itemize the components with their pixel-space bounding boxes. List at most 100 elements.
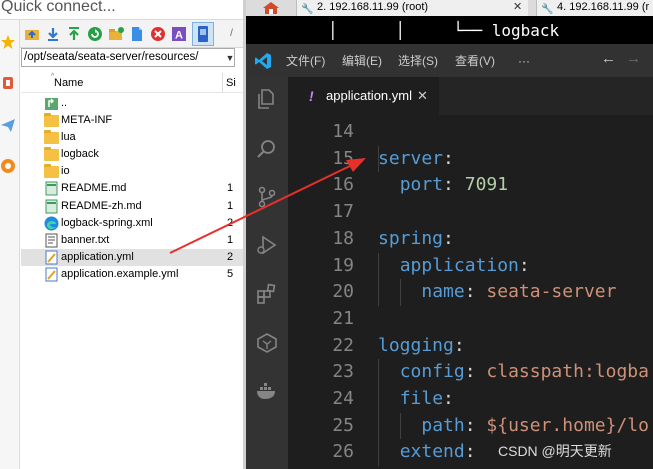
menu-file[interactable]: 文件(F) xyxy=(286,53,325,69)
list-item[interactable]: logback-spring.xml 2 xyxy=(21,215,243,232)
list-item[interactable]: .. xyxy=(21,95,243,112)
code-token: : xyxy=(464,414,487,436)
menu-more[interactable]: ··· xyxy=(518,53,530,69)
parent-directory-icon xyxy=(45,98,58,110)
send-icon[interactable] xyxy=(0,117,16,133)
code-token: seata-server xyxy=(486,281,617,303)
edge-browser-icon xyxy=(44,216,59,231)
code-token: : xyxy=(518,254,530,276)
code-token: classpath:logba xyxy=(486,361,649,383)
code-token: name xyxy=(421,281,465,303)
close-icon[interactable]: ✕ xyxy=(513,0,522,15)
list-item[interactable]: logback xyxy=(21,146,243,163)
refresh-icon[interactable] xyxy=(87,26,103,42)
file-toolbar: A / xyxy=(20,20,243,48)
code-token: spring xyxy=(378,227,444,249)
code-line[interactable]: spring: xyxy=(378,226,454,253)
code-line[interactable]: extend: xyxy=(378,439,476,466)
code-line[interactable]: port: 7091 xyxy=(378,172,508,199)
source-control-icon[interactable] xyxy=(255,185,279,209)
remote-explorer-icon[interactable] xyxy=(255,331,279,355)
tools-icon[interactable] xyxy=(0,75,16,91)
code-line[interactable]: name: seata-server xyxy=(378,279,616,306)
code-token: application xyxy=(399,254,519,276)
code-line[interactable]: path: ${user.home}/lo xyxy=(378,413,649,440)
code-line[interactable]: file: xyxy=(378,386,454,413)
delete-icon[interactable] xyxy=(150,26,166,42)
code-line[interactable]: server: xyxy=(378,146,454,173)
code-token: : xyxy=(453,334,465,356)
upload-icon[interactable] xyxy=(66,26,82,42)
code-line[interactable]: logging: xyxy=(378,333,465,360)
search-icon[interactable] xyxy=(255,137,279,161)
list-item[interactable]: lua xyxy=(21,129,243,146)
line-number: 17 xyxy=(332,201,354,223)
home-tab[interactable] xyxy=(246,0,296,16)
list-item[interactable]: META-INF xyxy=(21,112,243,129)
list-item[interactable]: io xyxy=(21,163,243,180)
download-icon[interactable] xyxy=(45,26,61,42)
indent-guide xyxy=(399,279,401,306)
run-debug-icon[interactable] xyxy=(255,233,279,257)
terminal-tab[interactable]: 🔧 4. 192.168.11.99 (r xyxy=(536,0,653,16)
list-item[interactable]: README-zh.md 1 xyxy=(21,198,243,215)
line-number: 25 xyxy=(332,414,354,436)
column-size[interactable]: Si xyxy=(222,73,236,93)
menu-selection[interactable]: 选择(S) xyxy=(398,53,438,69)
line-number: 19 xyxy=(332,254,354,276)
tab-label: application.yml xyxy=(326,88,412,103)
new-folder-icon[interactable] xyxy=(108,26,124,42)
line-number: 20 xyxy=(332,281,354,303)
list-item[interactable]: README.md 1 xyxy=(21,180,243,197)
parent-folder-icon[interactable] xyxy=(24,26,40,42)
yml-file-icon xyxy=(45,250,58,265)
sftp-icon[interactable] xyxy=(0,158,16,174)
new-file-icon[interactable] xyxy=(129,26,145,42)
list-item[interactable]: banner.txt 1 xyxy=(21,232,243,249)
line-number: 14 xyxy=(332,121,354,142)
line-number: 24 xyxy=(332,388,354,409)
code-line[interactable]: application: xyxy=(378,253,530,280)
yaml-file-icon: ! xyxy=(309,88,314,104)
session-side-strip xyxy=(0,20,20,469)
menu-view[interactable]: 查看(V) xyxy=(455,53,495,69)
code-token: : xyxy=(443,174,465,196)
code-editor[interactable]: 14 15 server: 16 port: 7091 17 18 spring: 19 ap… xyxy=(288,115,653,469)
close-icon[interactable]: ✕ xyxy=(417,77,428,115)
terminal-tab[interactable]: 🔧 2. 192.168.11.99 (root) ✕ xyxy=(296,0,528,16)
activity-bar xyxy=(246,77,288,469)
follow-terminal-icon[interactable] xyxy=(192,22,214,46)
code-line[interactable]: config: classpath:logba xyxy=(378,359,649,386)
back-arrow-icon[interactable]: ← xyxy=(601,50,616,67)
star-icon[interactable] xyxy=(0,34,16,50)
quick-connect-input[interactable]: Quick connect... xyxy=(0,0,243,20)
path-dropdown-chevron-icon[interactable]: ▼ xyxy=(223,49,237,67)
terminal-tab-bar: 🔧 2. 192.168.11.99 (root) ✕ 🔧 4. 192.168… xyxy=(246,0,653,16)
path-input[interactable]: /opt/seata/seata-server/resources/ xyxy=(21,48,235,67)
terminal-output-line: │ │ └── logback xyxy=(328,21,560,40)
rename-icon[interactable]: A xyxy=(171,26,187,42)
line-number: 15 xyxy=(332,147,354,169)
code-token: : xyxy=(464,441,476,463)
ssh-key-icon: 🔧 xyxy=(301,4,314,15)
vscode-logo-icon xyxy=(255,53,271,69)
column-name[interactable]: Name xyxy=(54,73,83,93)
folder-icon xyxy=(44,130,59,145)
home-icon xyxy=(263,2,279,14)
more-tools-icon[interactable]: / xyxy=(220,26,243,42)
forward-arrow-icon[interactable]: → xyxy=(626,50,641,67)
menu-edit[interactable]: 编辑(E) xyxy=(342,53,382,69)
tab-application-yml[interactable]: ! application.yml ✕ xyxy=(288,77,439,115)
list-item[interactable]: application.example.yml 5 xyxy=(21,266,243,283)
code-token: file xyxy=(399,388,444,409)
indent-guide xyxy=(378,252,379,306)
docker-icon[interactable] xyxy=(255,379,279,403)
ssh-key-icon: 🔧 xyxy=(541,4,554,15)
extensions-icon[interactable] xyxy=(255,282,279,306)
file-list-header: ^ Name Si xyxy=(21,73,243,93)
explorer-icon[interactable] xyxy=(255,87,279,111)
list-item-selected[interactable]: application.yml 2 xyxy=(21,248,243,266)
code-token: : xyxy=(443,147,454,169)
